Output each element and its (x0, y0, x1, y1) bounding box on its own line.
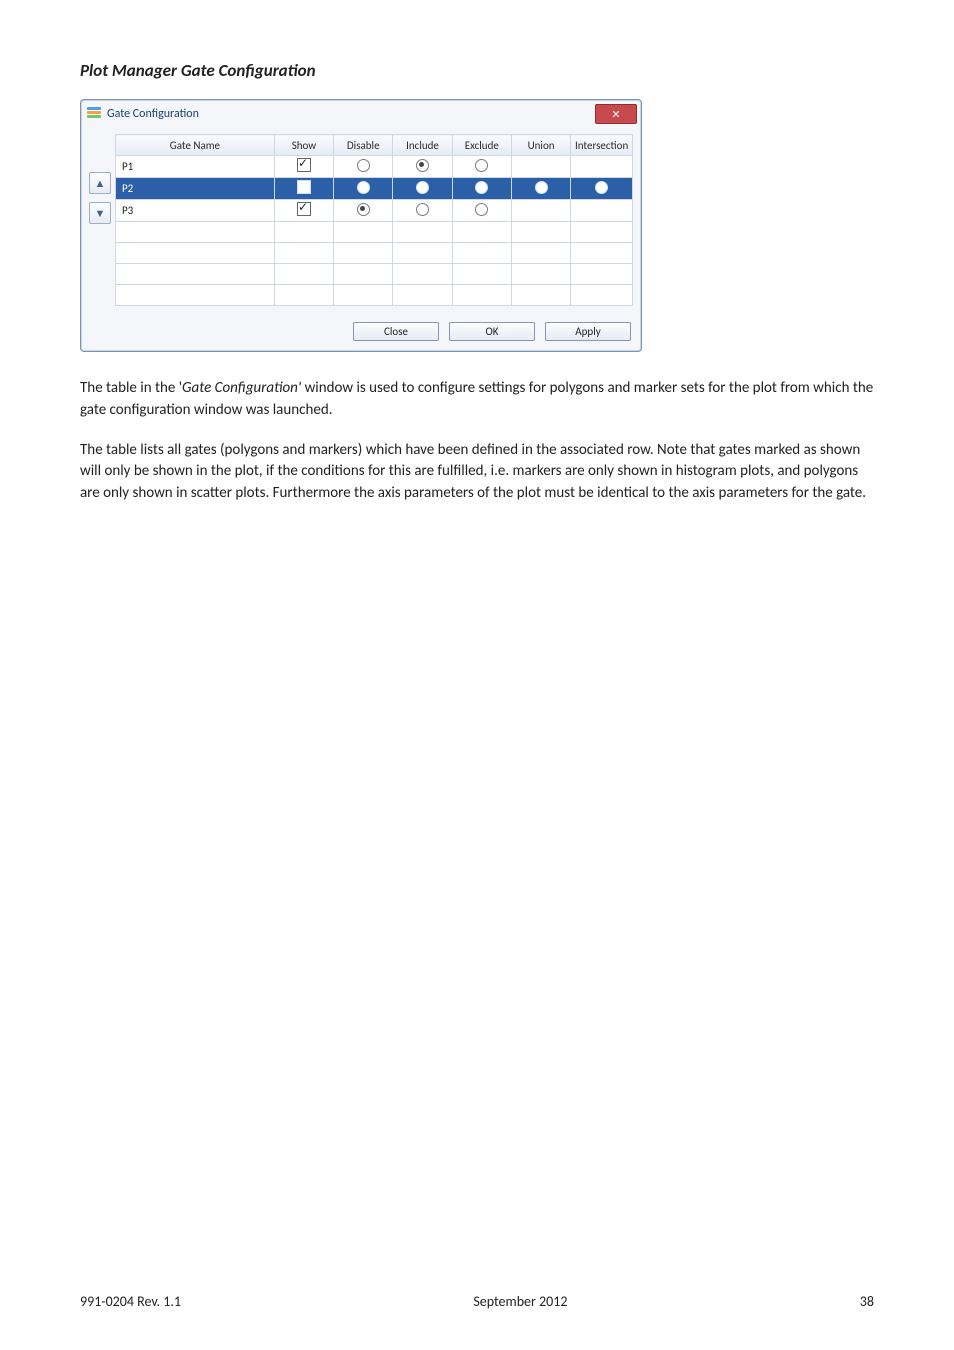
table-row (116, 285, 633, 306)
radio-exclude[interactable] (475, 181, 488, 194)
cell-gate-name: P1 (116, 156, 275, 178)
col-exclude[interactable]: Exclude (452, 135, 511, 156)
close-icon: ✕ (611, 109, 620, 120)
table-row[interactable]: P2 (116, 178, 633, 200)
move-up-button[interactable]: ▲ (89, 172, 111, 194)
radio-include[interactable] (416, 159, 429, 172)
radio-disable[interactable] (357, 203, 370, 216)
checkbox-show[interactable] (297, 180, 311, 194)
footer-right: 38 (860, 1293, 874, 1310)
app-icon (87, 107, 101, 121)
radio-union[interactable] (535, 181, 548, 194)
window-titlebar: Gate Configuration ✕ (81, 100, 641, 128)
dialog-button-row: Close OK Apply (81, 316, 641, 351)
checkbox-show[interactable] (297, 202, 311, 216)
table-row[interactable]: P3 (116, 200, 633, 222)
radio-include[interactable] (416, 181, 429, 194)
ok-button[interactable]: OK (449, 322, 535, 341)
text-span: The table in the ' (80, 379, 182, 397)
col-intersection[interactable]: Intersection (571, 135, 633, 156)
cell-gate-name: P2 (116, 178, 275, 200)
body-paragraph: The table lists all gates (polygons and … (80, 440, 874, 505)
radio-disable[interactable] (357, 181, 370, 194)
col-disable[interactable]: Disable (334, 135, 393, 156)
checkbox-show[interactable] (297, 158, 311, 172)
footer-left: 991-0204 Rev. 1.1 (80, 1293, 181, 1310)
table-row (116, 243, 633, 264)
radio-include[interactable] (416, 203, 429, 216)
chevron-up-icon: ▲ (95, 177, 106, 190)
cell-gate-name: P3 (116, 200, 275, 222)
radio-exclude[interactable] (475, 203, 488, 216)
move-down-button[interactable]: ▼ (89, 202, 111, 224)
section-heading: Plot Manager Gate Configuration (80, 60, 874, 81)
chevron-down-icon: ▼ (95, 207, 106, 220)
apply-button[interactable]: Apply (545, 322, 631, 341)
close-button[interactable]: Close (353, 322, 439, 341)
window-title: Gate Configuration (107, 107, 199, 121)
radio-intersection[interactable] (595, 181, 608, 194)
body-paragraph: The table in the 'Gate Configuration' wi… (80, 378, 874, 422)
table-row[interactable]: P1 (116, 156, 633, 178)
table-header-row: Gate Name Show Disable Include Exclude U… (116, 135, 633, 156)
gate-config-window: Gate Configuration ✕ ▲ ▼ (80, 99, 642, 352)
col-include[interactable]: Include (393, 135, 452, 156)
window-sidebar: ▲ ▼ (89, 134, 111, 306)
col-union[interactable]: Union (511, 135, 570, 156)
text-emphasis: Gate Configuration' (182, 379, 301, 397)
window-close-button[interactable]: ✕ (595, 104, 637, 124)
page-footer: 991-0204 Rev. 1.1 September 2012 38 (80, 1293, 874, 1310)
radio-disable[interactable] (357, 159, 370, 172)
footer-center: September 2012 (473, 1293, 567, 1310)
table-row (116, 222, 633, 243)
table-row (116, 264, 633, 285)
gate-table[interactable]: Gate Name Show Disable Include Exclude U… (115, 134, 633, 306)
col-show[interactable]: Show (274, 135, 333, 156)
radio-exclude[interactable] (475, 159, 488, 172)
col-gate-name[interactable]: Gate Name (116, 135, 275, 156)
